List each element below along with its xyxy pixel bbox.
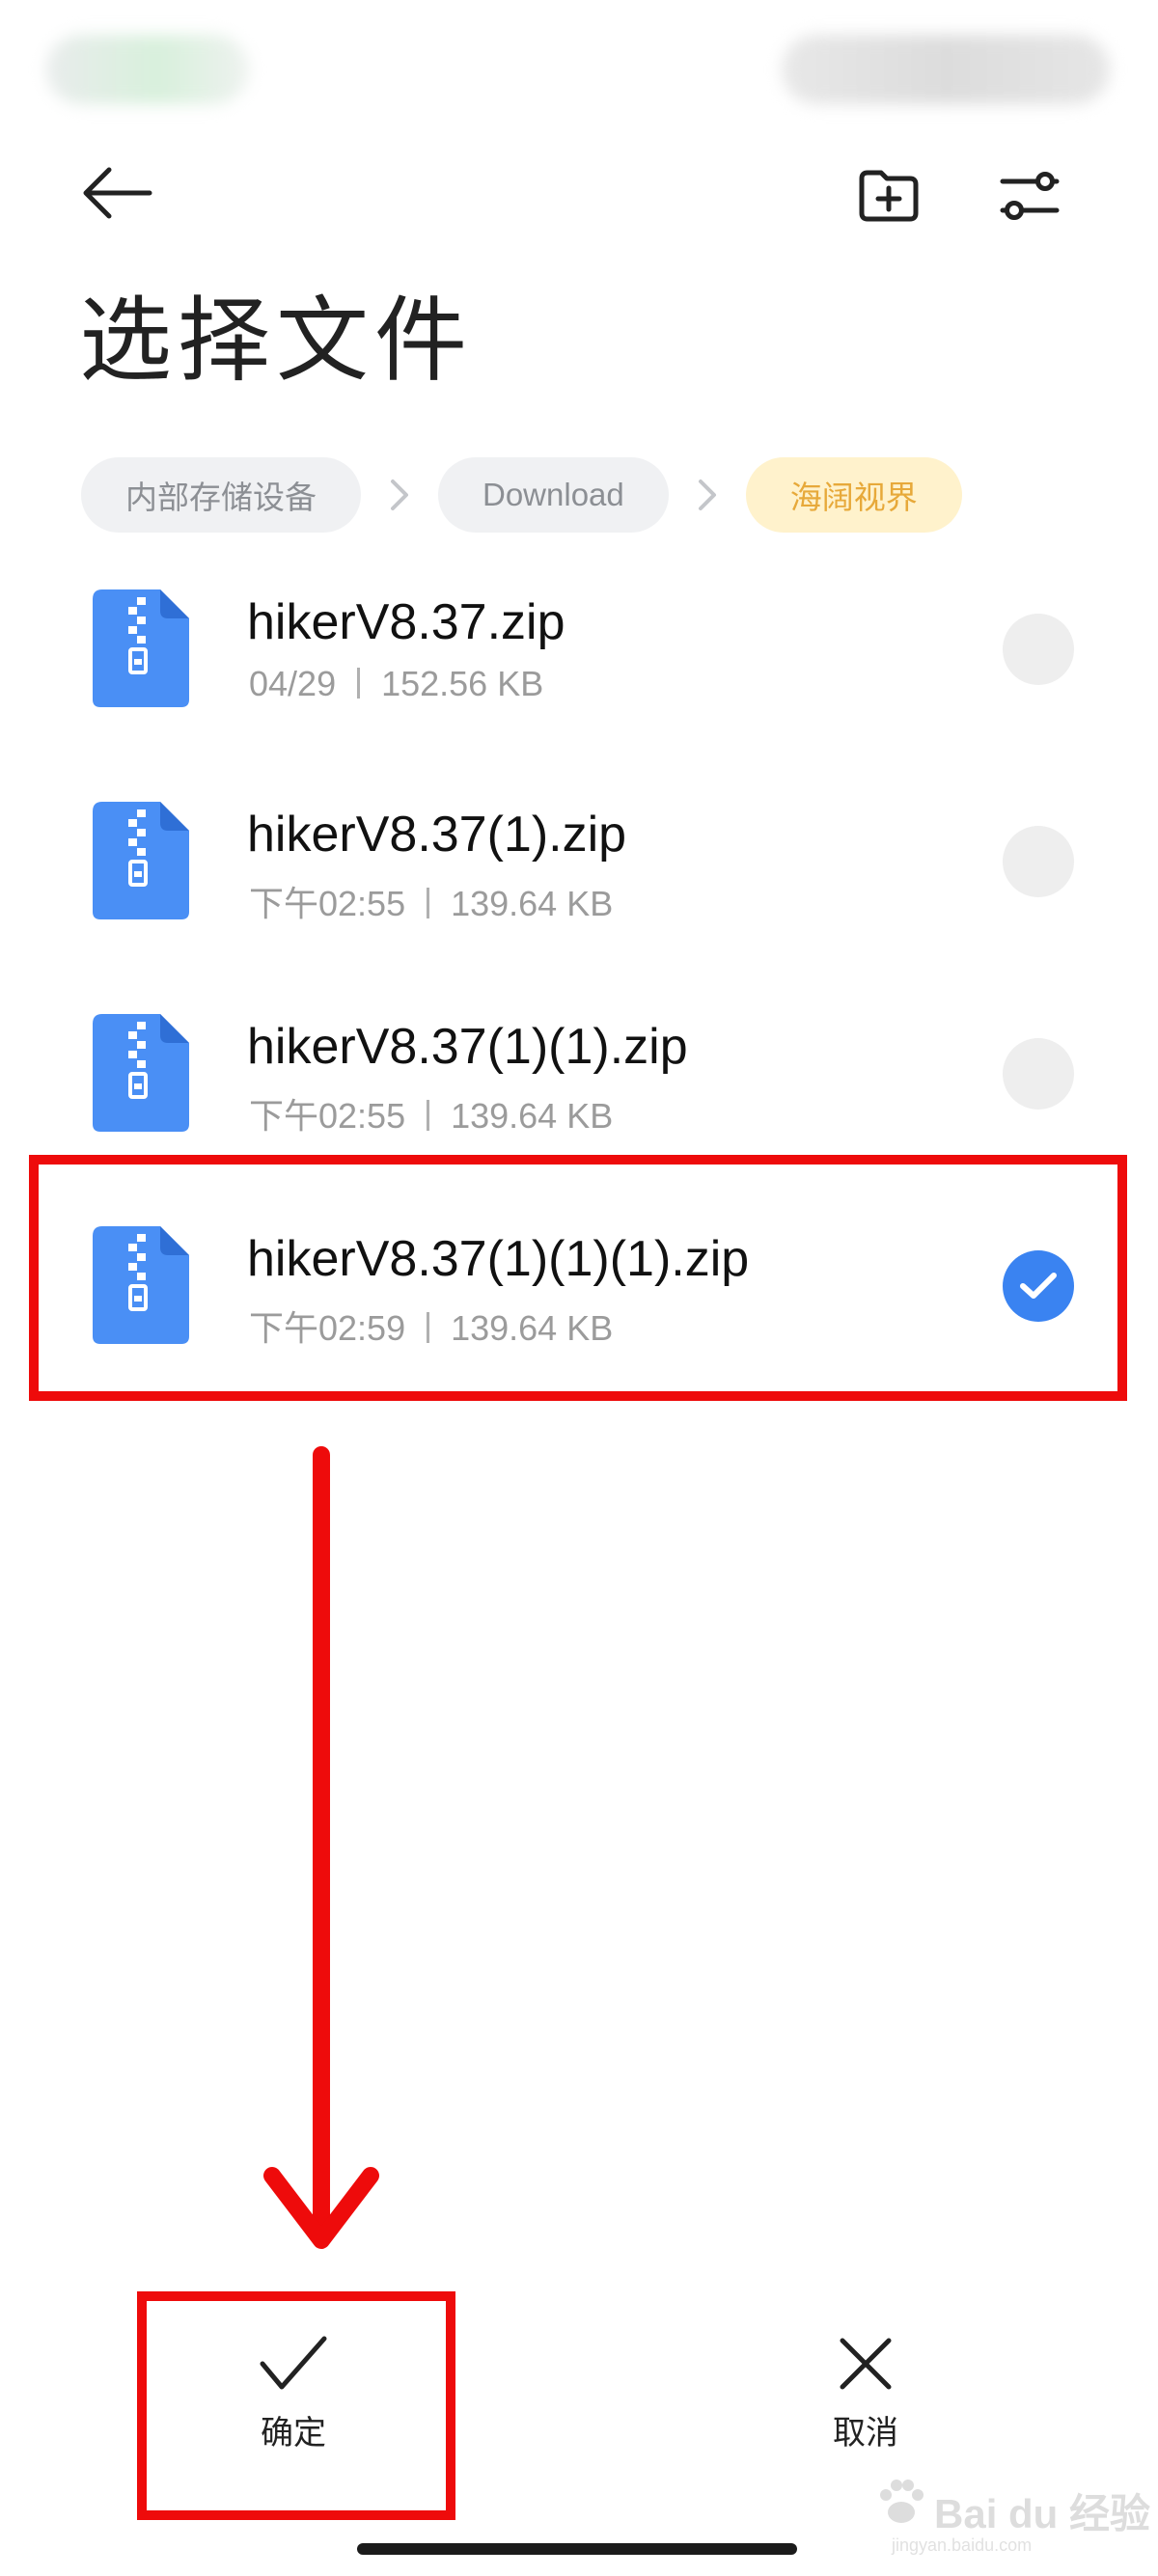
file-meta: 下午02:55 139.64 KB (249, 876, 613, 926)
file-name: hikerV8.37(1).zip (247, 807, 627, 863)
back-button[interactable] (64, 140, 170, 246)
watermark-logo-text: Bai du 经验 (934, 2491, 1151, 2536)
folder-plus-icon (859, 170, 919, 222)
confirm-button[interactable]: 确定 (178, 2335, 409, 2499)
baidu-watermark: Bai du 经验 jingyan.baidu.com (868, 2460, 1150, 2562)
sliders-icon (1000, 172, 1060, 220)
file-row[interactable]: hikerV8.37(1).zip 下午02:55 139.64 KB (0, 767, 1158, 979)
file-meta: 04/29 152.56 KB (249, 664, 543, 704)
chevron-right-icon (669, 478, 746, 512)
zip-file-icon (93, 802, 189, 919)
file-name: hikerV8.37(1)(1).zip (247, 1019, 688, 1075)
meta-divider (427, 1100, 430, 1131)
confirm-label: 确定 (261, 2414, 326, 2453)
check-icon (260, 2336, 327, 2390)
select-checkbox[interactable] (1003, 1038, 1074, 1110)
paw-logo-icon (880, 2480, 924, 2523)
new-folder-button[interactable] (836, 143, 942, 249)
status-bar (0, 0, 1158, 135)
chevron-right-icon (361, 478, 438, 512)
meta-divider (357, 668, 361, 699)
file-date: 下午02:55 (249, 884, 406, 923)
annotation-highlight-selected-file (29, 1155, 1127, 1401)
status-bar-right-blurred (782, 35, 1110, 104)
status-bar-left-blurred (46, 35, 249, 104)
zip-file-icon (93, 589, 189, 707)
file-date: 下午02:55 (249, 1096, 406, 1136)
select-checkbox[interactable] (1003, 614, 1074, 685)
close-icon (840, 2338, 892, 2390)
file-size: 152.56 KB (381, 664, 544, 703)
file-size: 139.64 KB (451, 884, 614, 923)
breadcrumb-download[interactable]: Download (438, 457, 669, 533)
breadcrumb-current-folder[interactable]: 海阔视界 (745, 457, 962, 533)
page-title: 选择文件 (79, 287, 473, 395)
file-size: 139.64 KB (451, 1096, 614, 1136)
meta-divider (427, 888, 430, 918)
zip-file-icon (93, 1014, 189, 1132)
home-indicator[interactable] (357, 2543, 797, 2555)
filter-button[interactable] (977, 143, 1083, 249)
select-checkbox[interactable] (1003, 826, 1074, 897)
watermark-url: jingyan.baidu.com (892, 2535, 1033, 2555)
breadcrumb: 内部存储设备 Download 海阔视界 (81, 457, 962, 533)
arrow-left-icon (83, 167, 152, 219)
file-date: 04/29 (249, 664, 337, 703)
file-meta: 下午02:55 139.64 KB (249, 1088, 613, 1138)
cancel-label: 取消 (833, 2414, 898, 2453)
file-name: hikerV8.37.zip (247, 594, 565, 650)
breadcrumb-internal-storage[interactable]: 内部存储设备 (81, 457, 361, 533)
file-row[interactable]: hikerV8.37.zip 04/29 152.56 KB (0, 555, 1158, 767)
